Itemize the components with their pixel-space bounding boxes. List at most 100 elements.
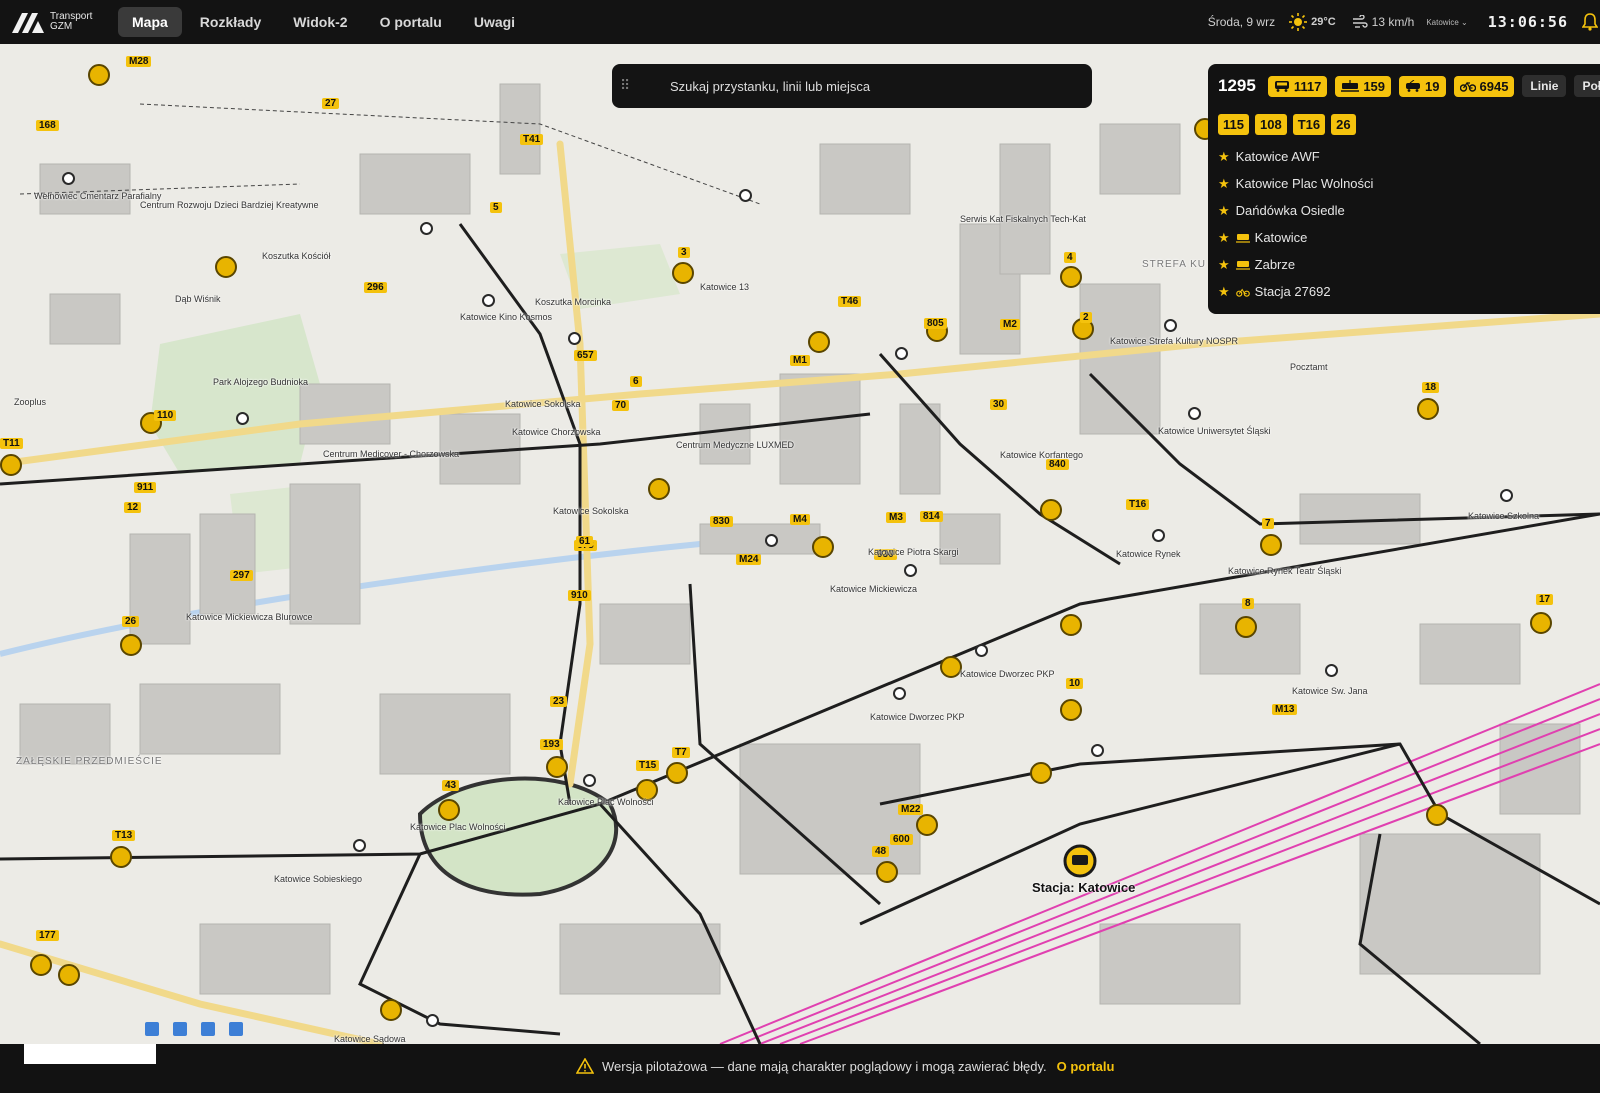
bike-count-badge[interactable]: 6945 <box>1453 75 1515 97</box>
vehicle-marker[interactable] <box>1417 398 1439 420</box>
nav-mapa[interactable]: Mapa <box>118 7 182 37</box>
vehicle-marker[interactable] <box>110 846 132 868</box>
vehicle-marker[interactable] <box>58 964 80 986</box>
vehicle-marker[interactable] <box>1040 499 1062 521</box>
bus-stop-icon[interactable] <box>145 1022 159 1036</box>
favourite-item[interactable]: ★ Zabrze <box>1208 251 1600 278</box>
stop-label[interactable]: Katowice Sobieskiego <box>274 874 362 884</box>
stop-marker[interactable] <box>1325 664 1338 677</box>
stop-label[interactable]: Katowice Uniwersytet Śląski <box>1158 426 1271 436</box>
stop-marker[interactable] <box>1152 529 1165 542</box>
stop-label[interactable]: Katowice Sokolska <box>553 506 629 516</box>
stop-label[interactable]: Katowice Dworzec PKP <box>870 712 965 722</box>
stop-marker[interactable] <box>895 347 908 360</box>
vehicle-marker[interactable] <box>1030 762 1052 784</box>
stop-label[interactable]: Katowice Szkolna <box>1468 511 1539 521</box>
favourite-item[interactable]: ★ Dańdówka Osiedle <box>1208 197 1600 224</box>
bell-icon[interactable] <box>1582 13 1598 31</box>
bus-stop-icon[interactable] <box>229 1022 243 1036</box>
vehicle-marker[interactable] <box>0 454 22 476</box>
vehicle-marker[interactable] <box>1060 266 1082 288</box>
vehicle-marker[interactable] <box>1260 534 1282 556</box>
stop-label[interactable]: Dąb Wiśnik <box>175 294 221 304</box>
stop-marker[interactable] <box>236 412 249 425</box>
stop-marker[interactable] <box>583 774 596 787</box>
stop-label[interactable]: Katowice Sokolska <box>505 399 581 409</box>
lines-button[interactable]: Linie <box>1522 75 1567 97</box>
vehicle-marker[interactable] <box>666 762 688 784</box>
vehicle-marker[interactable] <box>1235 616 1257 638</box>
stop-label[interactable]: Katowice Plac Wolności <box>410 822 505 832</box>
favourite-item[interactable]: ★ Katowice <box>1208 224 1600 251</box>
stop-label[interactable]: Katowice Sw. Jana <box>1292 686 1368 696</box>
nav-o-portalu[interactable]: O portalu <box>366 7 456 37</box>
stop-marker[interactable] <box>904 564 917 577</box>
vehicle-marker[interactable] <box>940 656 962 678</box>
vehicle-marker[interactable] <box>648 478 670 500</box>
vehicle-marker[interactable] <box>916 814 938 836</box>
vehicle-marker[interactable] <box>30 954 52 976</box>
search-input[interactable] <box>670 78 1070 94</box>
stop-label[interactable]: Katowice Chorzowska <box>512 427 601 437</box>
favourite-line-chip[interactable]: 115 <box>1218 114 1249 135</box>
stop-label[interactable]: Katowice Rynek Teatr Śląski <box>1228 566 1341 576</box>
vehicle-marker[interactable] <box>808 331 830 353</box>
bus-stop-icon[interactable] <box>173 1022 187 1036</box>
vehicle-marker[interactable] <box>88 64 110 86</box>
trolleybus-count-badge[interactable]: 19 <box>1399 75 1446 97</box>
about-portal-link[interactable]: O portalu <box>1057 1059 1115 1074</box>
stop-marker[interactable] <box>1164 319 1177 332</box>
stop-label[interactable]: Katowice Strefa Kultury NOSPR <box>1110 336 1238 346</box>
bus-stop-icon[interactable] <box>201 1022 215 1036</box>
stop-label[interactable]: Koszutka Morcinka <box>535 297 611 307</box>
drag-handle-icon[interactable]: ⠿ <box>620 78 658 94</box>
favourite-item[interactable]: ★ Katowice AWF <box>1208 143 1600 170</box>
stop-marker[interactable] <box>1188 407 1201 420</box>
stop-label[interactable]: Katowice Mickiewicza Blurowce <box>186 612 313 622</box>
favourite-line-chip[interactable]: 26 <box>1331 114 1356 135</box>
stop-marker[interactable] <box>893 687 906 700</box>
stop-label[interactable]: Katowice Rynek <box>1116 549 1181 559</box>
stop-marker[interactable] <box>739 189 752 202</box>
stop-marker[interactable] <box>426 1014 439 1027</box>
connections-button[interactable]: Połącze <box>1574 75 1600 97</box>
city-select[interactable]: Katowice ⌄ <box>1426 18 1467 27</box>
vehicle-marker[interactable] <box>1530 612 1552 634</box>
favourite-item[interactable]: ★ Katowice Plac Wolności <box>1208 170 1600 197</box>
stop-marker[interactable] <box>482 294 495 307</box>
stop-label[interactable]: Katowice Kino Kosmos <box>460 312 552 322</box>
stop-marker[interactable] <box>765 534 778 547</box>
stop-marker[interactable] <box>62 172 75 185</box>
stop-marker[interactable] <box>568 332 581 345</box>
vehicle-marker[interactable] <box>546 756 568 778</box>
stop-label[interactable]: Katowice Mickiewicza <box>830 584 917 594</box>
favourite-line-chip[interactable]: T16 <box>1292 114 1326 135</box>
vehicle-marker[interactable] <box>1060 614 1082 636</box>
stop-label[interactable]: Katowice Dworzec PKP <box>960 669 1055 679</box>
stop-label[interactable]: Katowice Sądowa <box>334 1034 406 1044</box>
vehicle-marker[interactable] <box>120 634 142 656</box>
stop-marker[interactable] <box>975 644 988 657</box>
tram-count-badge[interactable]: 159 <box>1335 75 1392 97</box>
bus-count-badge[interactable]: 1117 <box>1267 75 1328 97</box>
vehicle-marker[interactable] <box>438 799 460 821</box>
favourite-item[interactable]: ★ Stacja 27692 <box>1208 278 1600 305</box>
stop-marker[interactable] <box>420 222 433 235</box>
vehicle-marker[interactable] <box>812 536 834 558</box>
favourite-line-chip[interactable]: 108 <box>1254 114 1287 135</box>
station-label[interactable]: Stacja: Katowice <box>1032 880 1135 895</box>
logo[interactable]: Transport GZM <box>12 11 104 33</box>
vehicle-marker[interactable] <box>380 999 402 1021</box>
nav-uwagi[interactable]: Uwagi <box>460 7 529 37</box>
vehicle-marker[interactable] <box>1426 804 1448 826</box>
vehicle-marker[interactable] <box>1060 699 1082 721</box>
vehicle-marker[interactable] <box>876 861 898 883</box>
nav-rozklady[interactable]: Rozkłady <box>186 7 275 37</box>
stop-marker[interactable] <box>1091 744 1104 757</box>
stop-label[interactable]: Katowice Plac Wolności <box>558 797 653 807</box>
vehicle-marker[interactable] <box>672 262 694 284</box>
vehicle-marker[interactable] <box>215 256 237 278</box>
stop-marker[interactable] <box>353 839 366 852</box>
nav-widok-2[interactable]: Widok-2 <box>279 7 361 37</box>
stop-label[interactable]: Koszutka Kościół <box>262 251 331 261</box>
